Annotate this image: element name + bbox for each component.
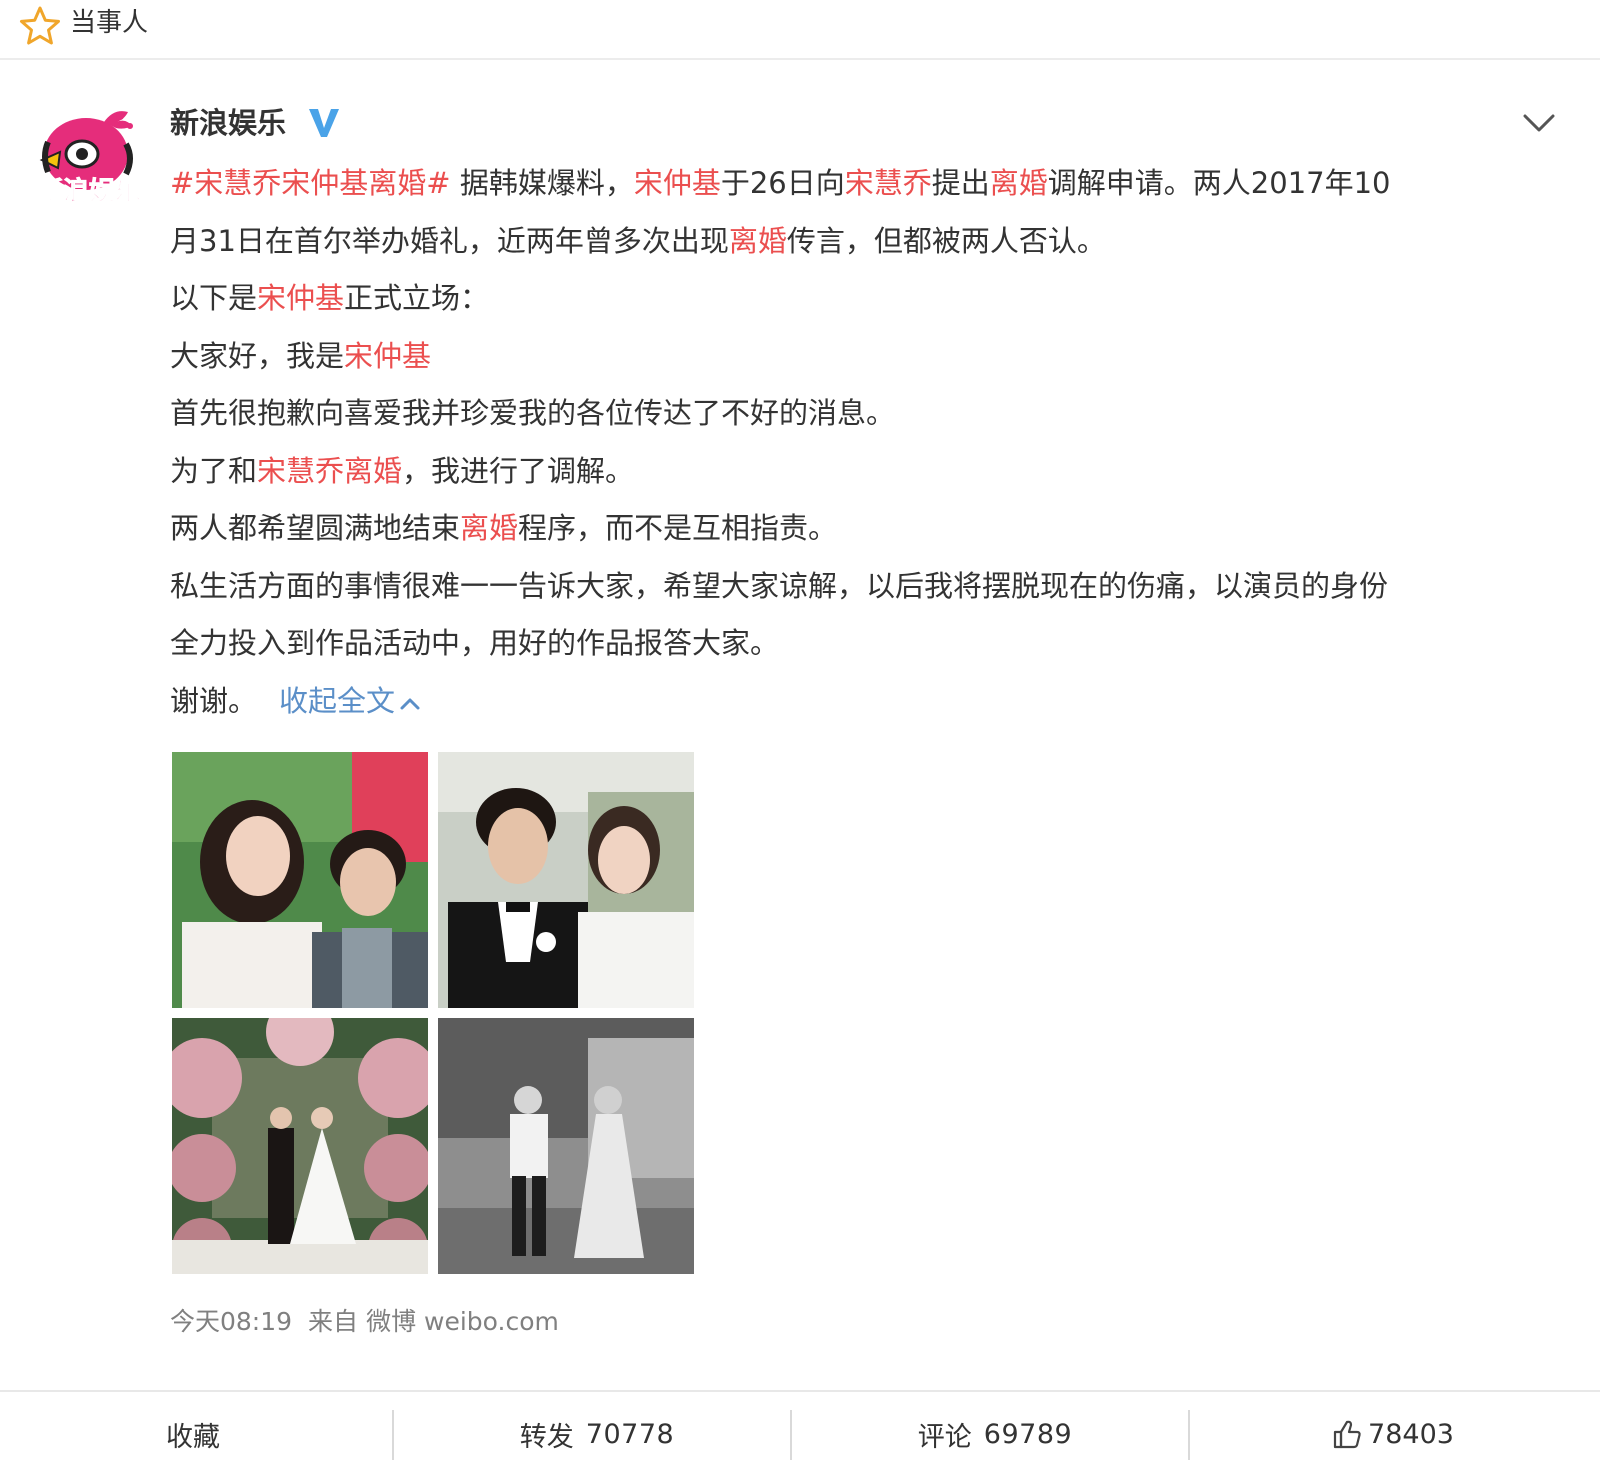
post-line: 月31日在首尔举办婚礼，近两年曾多次出现离婚传言，但都被两人否认。 (170, 213, 1570, 271)
thumbs-up-icon (1333, 1420, 1361, 1449)
post-line: 全力投入到作品活动中，用好的作品报答大家。 (170, 626, 780, 660)
comment-label: 评论 (917, 1421, 972, 1453)
verified-v-icon (309, 109, 339, 137)
post-line: 私生活方面的事情很难一一告诉大家，希望大家谅解，以后我将摆脱现在的伤痛，以演员的… (170, 568, 1389, 603)
post-line: 谢谢。 收起全文 (170, 673, 1570, 731)
post-time[interactable]: 今天08:19 (170, 1307, 292, 1336)
post-line: 大家好，我是宋仲基 (170, 328, 1570, 386)
top-bar: 当事人 (0, 0, 1600, 60)
photo-grid (172, 752, 694, 1274)
username[interactable]: 新浪娱乐 (170, 104, 286, 142)
like-button[interactable]: 78403 (1194, 1392, 1592, 1476)
hashtag-link[interactable]: #宋慧乔宋仲基离婚# (170, 166, 451, 200)
divider (1188, 1410, 1190, 1460)
text-span: 调解申请。两人2017年10 (1047, 166, 1391, 200)
favorite-label: 收藏 (166, 1421, 220, 1453)
keyword-link[interactable]: 离婚 (344, 454, 402, 488)
text-span: 据韩媒爆料， (450, 166, 634, 200)
post-line: 以下是宋仲基正式立场： (170, 270, 1570, 328)
action-bar: 收藏 转发 70778 评论 69789 78403 (0, 1390, 1600, 1476)
text-span: 于26日向 (720, 166, 845, 200)
repost-button[interactable]: 转发 70778 (398, 1392, 796, 1476)
collapse-link[interactable]: 收起全文 (279, 684, 421, 718)
divider (392, 1410, 394, 1460)
photo-thumbnail[interactable] (438, 752, 694, 1008)
comment-button[interactable]: 评论 69789 (796, 1392, 1194, 1476)
keyword-link[interactable]: 宋仲基 (634, 166, 721, 200)
text-span: 提出 (931, 166, 990, 200)
sina-ent-logo: 新浪娱乐 (36, 111, 142, 208)
text-span: 为了和 (170, 453, 258, 488)
photo-thumbnail[interactable] (172, 1018, 428, 1274)
post-text: #宋慧乔宋仲基离婚# 据韩媒爆料，宋仲基于26日向宋慧乔提出离婚调解申请。两人2… (170, 155, 1570, 730)
post-meta: 今天08:19 来自 微博 weibo.com (170, 1304, 559, 1340)
keyword-link[interactable]: 宋仲基 (344, 339, 431, 373)
post-line: #宋慧乔宋仲基离婚# 据韩媒爆料，宋仲基于26日向宋慧乔提出离婚调解申请。两人2… (170, 155, 1570, 213)
post-line: 为了和宋慧乔离婚，我进行了调解。 (170, 443, 1570, 501)
text-span: 谢谢。 (170, 683, 258, 718)
avatar[interactable]: 新浪娱乐 (34, 102, 144, 214)
repost-count: 70778 (585, 1418, 675, 1450)
keyword-link[interactable]: 离婚 (729, 224, 787, 258)
source-link[interactable]: 微博 weibo.com (366, 1307, 559, 1336)
keyword-link[interactable]: 宋慧乔 (845, 166, 932, 200)
text-span: 以下是 (170, 281, 258, 315)
chevron-up-icon (400, 698, 420, 709)
text-span: 两人都希望圆满地结束 (170, 511, 461, 545)
comment-count: 69789 (983, 1418, 1073, 1450)
keyword-link[interactable]: 离婚 (990, 166, 1048, 200)
photo-thumbnail[interactable] (438, 1018, 694, 1274)
photo-thumbnail[interactable] (172, 752, 428, 1008)
collapse-label: 收起全文 (279, 683, 396, 718)
chevron-down-icon[interactable] (1522, 112, 1556, 134)
text-span: 传言，但都被两人否认。 (786, 223, 1106, 258)
post-line: 两人都希望圆满地结束离婚程序，而不是互相指责。 (170, 500, 1570, 558)
text-span: 大家好，我是 (170, 338, 345, 373)
text-span: 正式立场： (344, 281, 490, 315)
text-span: 程序，而不是互相指责。 (518, 511, 838, 545)
text-span: 月31日在首尔举办婚礼，近两年曾多次出现 (170, 223, 729, 258)
keyword-link[interactable]: 离婚 (460, 511, 518, 545)
repost-label: 转发 (519, 1421, 574, 1453)
star-icon[interactable] (18, 4, 62, 48)
topbar-label: 当事人 (70, 8, 149, 38)
favorite-button[interactable]: 收藏 (0, 1392, 398, 1476)
text-span: ，我进行了调解。 (402, 453, 635, 488)
like-count: 78403 (1368, 1418, 1454, 1450)
svg-text:新浪娱乐: 新浪娱乐 (37, 176, 141, 207)
keyword-link[interactable]: 宋慧乔 (257, 454, 344, 488)
keyword-link[interactable]: 宋仲基 (257, 281, 344, 315)
post-line: 首先很抱歉向喜爱我并珍爱我的各位传达了不好的消息。 (170, 396, 896, 430)
divider (790, 1410, 792, 1460)
from-label: 来自 (308, 1307, 359, 1336)
